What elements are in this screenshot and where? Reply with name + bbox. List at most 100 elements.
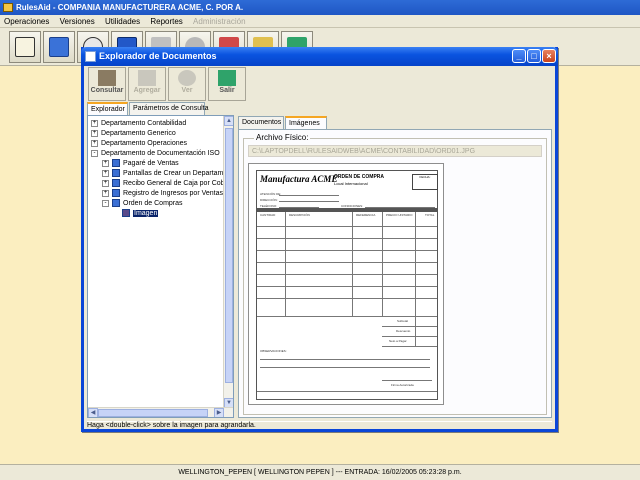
form-grid (382, 326, 437, 327)
tree-item[interactable]: + Departamento Contabilidad (91, 119, 186, 129)
tree-item[interactable]: + Recibo General de Caja por Cob (102, 179, 225, 189)
form-col-header: DESCRIPCIÓN (289, 213, 310, 217)
tree-item-selected[interactable]: Imagen (122, 209, 159, 219)
minimize-button[interactable]: _ (512, 49, 526, 63)
form-firma-label: Firma Autorizada (391, 383, 414, 387)
status-bar: WELLINGTON_PEPEN [ WELLINGTON PEPEN ] --… (0, 464, 640, 480)
document-icon (112, 179, 120, 188)
form-title: ORDEN DE COMPRA (334, 174, 385, 180)
scroll-up-icon[interactable]: ▲ (224, 116, 233, 126)
document-icon (112, 169, 120, 178)
tab-explorador[interactable]: Explorador (87, 102, 128, 115)
expand-icon[interactable]: + (91, 119, 98, 127)
tree-item-label: Departamento Operaciones (101, 140, 187, 147)
app-titlebar: RulesAid - COMPANIA MANUFACTURERA ACME, … (0, 0, 640, 15)
form-grid (382, 336, 437, 337)
clipboard-button[interactable] (9, 31, 41, 63)
tree-item-label: Pantallas de Crear un Departame (123, 170, 228, 177)
form-col-header: CANTIDAD (260, 213, 276, 217)
tab-parametros-consulta[interactable]: Parámetros de Consulta (129, 102, 208, 115)
menu-operaciones[interactable]: Operaciones (0, 15, 53, 28)
archivo-fisico-label: Archivo Físico: (254, 133, 311, 142)
status-text: WELLINGTON_PEPEN [ WELLINGTON PEPEN ] --… (178, 469, 462, 476)
archivo-fisico-group: Archivo Físico: C:\LAPTOPDELL\RULESAIDWE… (243, 133, 547, 415)
purchase-order-form: Manufactura ACME ORDEN DE COMPRA Local I… (256, 170, 438, 400)
form-date-box: FECHA: (412, 174, 438, 190)
tree-item[interactable]: - Departamento de Documentación ISO (91, 149, 220, 159)
tree-item[interactable]: + Pagaré de Ventas (102, 159, 179, 169)
expand-icon[interactable]: + (102, 159, 109, 167)
clipboard-icon (15, 37, 35, 57)
expand-icon[interactable]: + (91, 139, 98, 147)
scroll-left-icon[interactable]: ◀ (88, 408, 98, 417)
image-icon (122, 209, 130, 218)
form-grid (257, 250, 437, 251)
form-grid (257, 238, 437, 239)
document-explorer-dialog: Explorador de Documentos _ □ × Consultar… (81, 47, 558, 432)
form-grid (257, 226, 437, 227)
ver-label: Ver (181, 87, 193, 94)
form-col-header: TOTAL (425, 213, 435, 217)
dialog-title: Explorador de Documentos (99, 51, 217, 61)
tab-documentos[interactable]: Documentos (238, 116, 284, 129)
exit-door-icon (218, 70, 236, 86)
document-button[interactable] (43, 31, 75, 63)
form-observaciones-label: OBSERVACIONES: (260, 349, 287, 353)
form-field-label: DIRECCIÓN: (260, 198, 278, 202)
dialog-titlebar: Explorador de Documentos _ □ × (81, 47, 558, 66)
close-button[interactable]: × (542, 49, 556, 63)
tree-item[interactable]: + Departamento Operaciones (91, 139, 187, 149)
form-grid (382, 346, 437, 347)
expand-icon[interactable]: + (102, 189, 109, 197)
expand-icon[interactable]: + (91, 129, 98, 137)
collapse-icon[interactable]: - (102, 199, 109, 207)
tree-item-label: Recibo General de Caja por Cob (123, 180, 225, 187)
form-grid (285, 212, 286, 316)
form-grid (257, 262, 437, 263)
document-image[interactable]: Manufactura ACME ORDEN DE COMPRA Local I… (248, 163, 444, 405)
form-col-header: PRECIO UNITARIO (386, 213, 413, 217)
tree-item[interactable]: + Registro de Ingresos por Ventas (102, 189, 223, 199)
agregar-button[interactable]: Agregar (128, 67, 166, 101)
salir-button[interactable]: Salir (208, 67, 246, 101)
archivo-path-field: C:\LAPTOPDELL\RULESAIDWEB\ACME\CONTABILI… (248, 145, 542, 157)
document-tree[interactable]: + Departamento Contabilidad + Departamento… (87, 115, 234, 418)
app-icon (3, 3, 13, 12)
form-subtitle: Local Internacional (334, 181, 368, 186)
tree-item-label: Imagen (133, 210, 159, 217)
form-line (279, 195, 339, 196)
ver-button[interactable]: Ver (168, 67, 206, 101)
form-total-label: Descuento (396, 329, 411, 333)
consultar-button[interactable]: Consultar (88, 67, 126, 101)
form-brand: Manufactura ACME (260, 174, 338, 184)
tab-imagenes[interactable]: Imágenes (285, 116, 327, 129)
images-panel: Archivo Físico: C:\LAPTOPDELL\RULESAIDWE… (238, 129, 552, 418)
expand-icon[interactable]: + (102, 179, 109, 187)
consultar-label: Consultar (90, 87, 124, 94)
form-total-label: Subtotal (397, 319, 409, 323)
document-icon (112, 199, 120, 208)
form-date-label: FECHA: (419, 175, 431, 179)
scroll-thumb[interactable] (225, 128, 233, 383)
add-document-icon (138, 70, 156, 86)
tree-item[interactable]: - Orden de Compras (102, 199, 183, 209)
collapse-icon[interactable]: - (91, 149, 98, 157)
form-grid (257, 274, 437, 275)
tree-vertical-scrollbar[interactable]: ▲ ▼ (223, 116, 233, 409)
menu-reportes[interactable]: Reportes (146, 15, 186, 28)
tree-item[interactable]: + Departamento Generico (91, 129, 176, 139)
scroll-right-icon[interactable]: ▶ (214, 408, 224, 417)
form-grid (352, 212, 353, 316)
form-line (260, 359, 430, 360)
form-total-label: Neto a Pagar (389, 339, 407, 343)
form-col-header: REFERENCIA (356, 213, 376, 217)
maximize-button[interactable]: □ (527, 49, 541, 63)
menu-versiones[interactable]: Versiones (56, 15, 99, 28)
expand-icon[interactable]: + (102, 169, 109, 177)
tree-item-label: Departamento de Documentación ISO (101, 150, 220, 157)
tree-horizontal-scrollbar[interactable]: ◀ ▶ (88, 407, 233, 417)
scroll-thumb[interactable] (98, 409, 208, 417)
tree-item[interactable]: + Pantallas de Crear un Departame (102, 169, 227, 179)
form-field-label: ATENCIÓN DE: (260, 192, 282, 196)
menu-utilidades[interactable]: Utilidades (101, 15, 144, 28)
